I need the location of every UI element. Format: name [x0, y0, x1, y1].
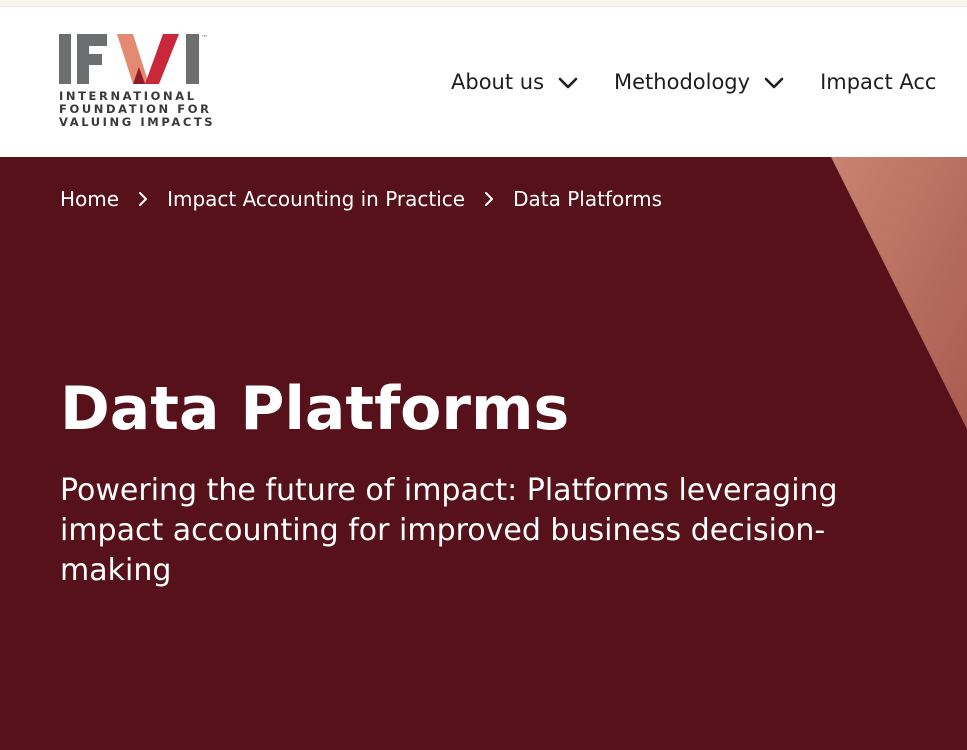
nav-item-methodology[interactable]: Methodology — [614, 70, 784, 94]
nav-item-label: Impact Acc — [820, 70, 937, 94]
nav-item-label: Methodology — [614, 70, 751, 94]
chevron-down-icon — [558, 77, 578, 89]
ifvi-logo[interactable]: ™ INTERNATIONAL FOUNDATION FOR VALUING I… — [59, 34, 224, 134]
logo-tagline: INTERNATIONAL FOUNDATION FOR VALUING IMP… — [59, 90, 215, 129]
breadcrumb-home[interactable]: Home — [60, 187, 119, 211]
top-strip — [0, 0, 967, 7]
breadcrumb: Home Impact Accounting in Practice Data … — [60, 187, 662, 211]
logo-tagline-line: VALUING IMPACTS — [59, 115, 216, 129]
nav-item-impact-accounting[interactable]: Impact Acc — [820, 70, 936, 94]
page-subtitle: Powering the future of impact: Platforms… — [60, 473, 838, 588]
hero-decorative-shape — [831, 157, 967, 429]
main-nav: About us Methodology Impact Acc — [451, 65, 936, 99]
chevron-down-icon — [764, 77, 784, 89]
nav-item-about-us[interactable]: About us — [451, 70, 578, 94]
chevron-right-icon — [484, 191, 494, 207]
chevron-right-icon — [138, 191, 148, 207]
page: ™ INTERNATIONAL FOUNDATION FOR VALUING I… — [0, 0, 967, 750]
ifvi-logo-mark: ™ — [59, 34, 208, 84]
nav-item-label: About us — [451, 70, 545, 94]
breadcrumb-impact-accounting-in-practice[interactable]: Impact Accounting in Practice — [167, 187, 465, 211]
hero-banner: Home Impact Accounting in Practice Data … — [0, 157, 967, 750]
site-header: ™ INTERNATIONAL FOUNDATION FOR VALUING I… — [0, 7, 967, 157]
trademark-symbol: ™ — [201, 34, 208, 42]
page-title: Data Platforms — [60, 374, 570, 444]
breadcrumb-current-page: Data Platforms — [513, 187, 662, 211]
